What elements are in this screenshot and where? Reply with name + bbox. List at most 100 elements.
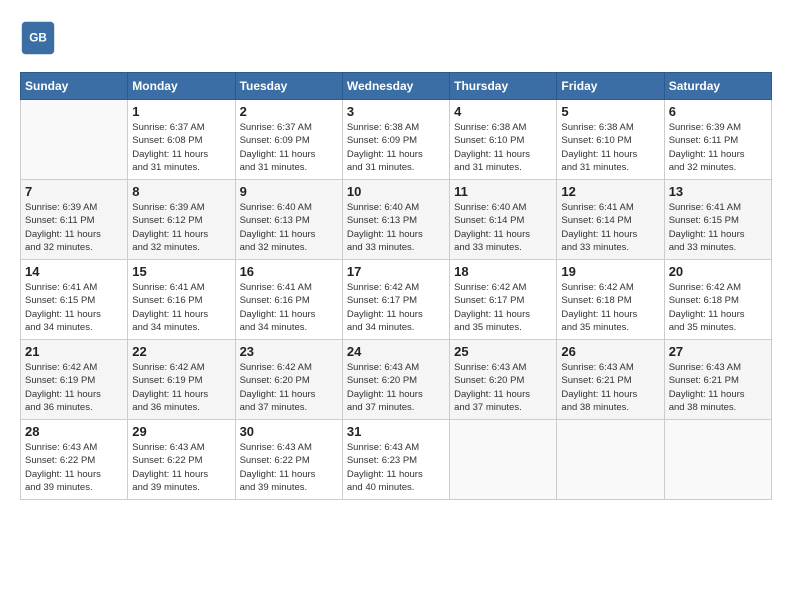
calendar-cell: 16 Sunrise: 6:41 AMSunset: 6:16 PMDayligh… <box>235 260 342 340</box>
calendar-cell: 13 Sunrise: 6:41 AMSunset: 6:15 PMDayligh… <box>664 180 771 260</box>
calendar-cell: 20 Sunrise: 6:42 AMSunset: 6:18 PMDayligh… <box>664 260 771 340</box>
day-info: Sunrise: 6:43 AMSunset: 6:21 PMDaylight:… <box>561 361 659 414</box>
header-sunday: Sunday <box>21 73 128 100</box>
calendar-cell: 4 Sunrise: 6:38 AMSunset: 6:10 PMDaylight… <box>450 100 557 180</box>
calendar-cell: 14 Sunrise: 6:41 AMSunset: 6:15 PMDayligh… <box>21 260 128 340</box>
calendar-cell <box>557 420 664 500</box>
day-info: Sunrise: 6:40 AMSunset: 6:14 PMDaylight:… <box>454 201 552 254</box>
day-info: Sunrise: 6:41 AMSunset: 6:15 PMDaylight:… <box>669 201 767 254</box>
calendar-cell: 17 Sunrise: 6:42 AMSunset: 6:17 PMDayligh… <box>342 260 449 340</box>
day-number: 25 <box>454 344 552 359</box>
calendar-cell: 21Sunrise: 6:42 AMSunset: 6:19 PMDayligh… <box>21 340 128 420</box>
day-info: Sunrise: 6:43 AMSunset: 6:20 PMDaylight:… <box>454 361 552 414</box>
day-info: Sunrise: 6:41 AMSunset: 6:16 PMDaylight:… <box>132 281 230 334</box>
day-number: 10 <box>347 184 445 199</box>
day-info: Sunrise: 6:42 AMSunset: 6:20 PMDaylight:… <box>240 361 338 414</box>
day-number: 16 <box>240 264 338 279</box>
day-number: 9 <box>240 184 338 199</box>
calendar-cell: 30 Sunrise: 6:43 AMSunset: 6:22 PMDayligh… <box>235 420 342 500</box>
day-info: Sunrise: 6:38 AMSunset: 6:09 PMDaylight:… <box>347 121 445 174</box>
calendar-cell: 1 Sunrise: 6:37 AMSunset: 6:08 PMDaylight… <box>128 100 235 180</box>
day-info: Sunrise: 6:42 AMSunset: 6:17 PMDaylight:… <box>454 281 552 334</box>
day-info: Sunrise: 6:43 AMSunset: 6:22 PMDaylight:… <box>240 441 338 494</box>
day-number: 31 <box>347 424 445 439</box>
calendar-cell: 29Sunrise: 6:43 AMSunset: 6:22 PMDayligh… <box>128 420 235 500</box>
day-number: 23 <box>240 344 338 359</box>
day-info: Sunrise: 6:38 AMSunset: 6:10 PMDaylight:… <box>561 121 659 174</box>
day-number: 17 <box>347 264 445 279</box>
calendar-cell: 24Sunrise: 6:43 AMSunset: 6:20 PMDayligh… <box>342 340 449 420</box>
calendar-cell: 11 Sunrise: 6:40 AMSunset: 6:14 PMDayligh… <box>450 180 557 260</box>
day-number: 27 <box>669 344 767 359</box>
day-number: 26 <box>561 344 659 359</box>
calendar-cell: 25 Sunrise: 6:43 AMSunset: 6:20 PMDayligh… <box>450 340 557 420</box>
calendar-cell: 10 Sunrise: 6:40 AMSunset: 6:13 PMDayligh… <box>342 180 449 260</box>
calendar-cell <box>450 420 557 500</box>
day-number: 19 <box>561 264 659 279</box>
header-thursday: Thursday <box>450 73 557 100</box>
day-number: 15 <box>132 264 230 279</box>
day-number: 22 <box>132 344 230 359</box>
day-info: Sunrise: 6:42 AMSunset: 6:17 PMDaylight:… <box>347 281 445 334</box>
day-number: 7 <box>25 184 123 199</box>
calendar-cell: 6 Sunrise: 6:39 AMSunset: 6:11 PMDaylight… <box>664 100 771 180</box>
day-number: 12 <box>561 184 659 199</box>
calendar-cell: 12 Sunrise: 6:41 AMSunset: 6:14 PMDayligh… <box>557 180 664 260</box>
day-info: Sunrise: 6:42 AMSunset: 6:18 PMDaylight:… <box>669 281 767 334</box>
header-monday: Monday <box>128 73 235 100</box>
day-number: 24 <box>347 344 445 359</box>
day-number: 14 <box>25 264 123 279</box>
day-info: Sunrise: 6:43 AMSunset: 6:21 PMDaylight:… <box>669 361 767 414</box>
page-header: GB <box>20 20 772 56</box>
logo: GB <box>20 20 62 56</box>
day-number: 4 <box>454 104 552 119</box>
calendar-cell: 9 Sunrise: 6:40 AMSunset: 6:13 PMDaylight… <box>235 180 342 260</box>
day-info: Sunrise: 6:43 AMSunset: 6:22 PMDaylight:… <box>25 441 123 494</box>
day-info: Sunrise: 6:39 AMSunset: 6:12 PMDaylight:… <box>132 201 230 254</box>
calendar-cell: 15 Sunrise: 6:41 AMSunset: 6:16 PMDayligh… <box>128 260 235 340</box>
day-info: Sunrise: 6:38 AMSunset: 6:10 PMDaylight:… <box>454 121 552 174</box>
calendar-cell: 22 Sunrise: 6:42 AMSunset: 6:19 PMDayligh… <box>128 340 235 420</box>
calendar-cell: 3 Sunrise: 6:38 AMSunset: 6:09 PMDaylight… <box>342 100 449 180</box>
day-info: Sunrise: 6:41 AMSunset: 6:16 PMDaylight:… <box>240 281 338 334</box>
calendar-table: SundayMondayTuesdayWednesdayThursdayFrid… <box>20 72 772 500</box>
calendar-cell: 31 Sunrise: 6:43 AMSunset: 6:23 PMDayligh… <box>342 420 449 500</box>
calendar-cell: 23 Sunrise: 6:42 AMSunset: 6:20 PMDayligh… <box>235 340 342 420</box>
day-info: Sunrise: 6:43 AMSunset: 6:23 PMDaylight:… <box>347 441 445 494</box>
day-info: Sunrise: 6:40 AMSunset: 6:13 PMDaylight:… <box>240 201 338 254</box>
day-number: 11 <box>454 184 552 199</box>
day-number: 30 <box>240 424 338 439</box>
calendar-cell: 18 Sunrise: 6:42 AMSunset: 6:17 PMDayligh… <box>450 260 557 340</box>
day-info: Sunrise: 6:42 AMSunset: 6:18 PMDaylight:… <box>561 281 659 334</box>
day-number: 1 <box>132 104 230 119</box>
logo-icon: GB <box>20 20 56 56</box>
day-number: 3 <box>347 104 445 119</box>
calendar-cell: 19 Sunrise: 6:42 AMSunset: 6:18 PMDayligh… <box>557 260 664 340</box>
day-number: 2 <box>240 104 338 119</box>
day-info: Sunrise: 6:42 AMSunset: 6:19 PMDaylight:… <box>132 361 230 414</box>
calendar-cell: 2Sunrise: 6:37 AMSunset: 6:09 PMDaylight… <box>235 100 342 180</box>
day-info: Sunrise: 6:41 AMSunset: 6:14 PMDaylight:… <box>561 201 659 254</box>
day-number: 6 <box>669 104 767 119</box>
day-info: Sunrise: 6:37 AMSunset: 6:08 PMDaylight:… <box>132 121 230 174</box>
day-number: 20 <box>669 264 767 279</box>
day-number: 5 <box>561 104 659 119</box>
day-info: Sunrise: 6:41 AMSunset: 6:15 PMDaylight:… <box>25 281 123 334</box>
day-number: 18 <box>454 264 552 279</box>
calendar-cell <box>21 100 128 180</box>
day-number: 21 <box>25 344 123 359</box>
calendar-cell: 26 Sunrise: 6:43 AMSunset: 6:21 PMDayligh… <box>557 340 664 420</box>
day-info: Sunrise: 6:39 AMSunset: 6:11 PMDaylight:… <box>669 121 767 174</box>
header-saturday: Saturday <box>664 73 771 100</box>
day-info: Sunrise: 6:39 AMSunset: 6:11 PMDaylight:… <box>25 201 123 254</box>
header-wednesday: Wednesday <box>342 73 449 100</box>
calendar-cell: 7 Sunrise: 6:39 AMSunset: 6:11 PMDaylight… <box>21 180 128 260</box>
calendar-cell: 28Sunrise: 6:43 AMSunset: 6:22 PMDayligh… <box>21 420 128 500</box>
header-tuesday: Tuesday <box>235 73 342 100</box>
calendar-cell <box>664 420 771 500</box>
day-number: 13 <box>669 184 767 199</box>
calendar-cell: 27 Sunrise: 6:43 AMSunset: 6:21 PMDayligh… <box>664 340 771 420</box>
day-info: Sunrise: 6:40 AMSunset: 6:13 PMDaylight:… <box>347 201 445 254</box>
day-number: 29 <box>132 424 230 439</box>
day-number: 8 <box>132 184 230 199</box>
